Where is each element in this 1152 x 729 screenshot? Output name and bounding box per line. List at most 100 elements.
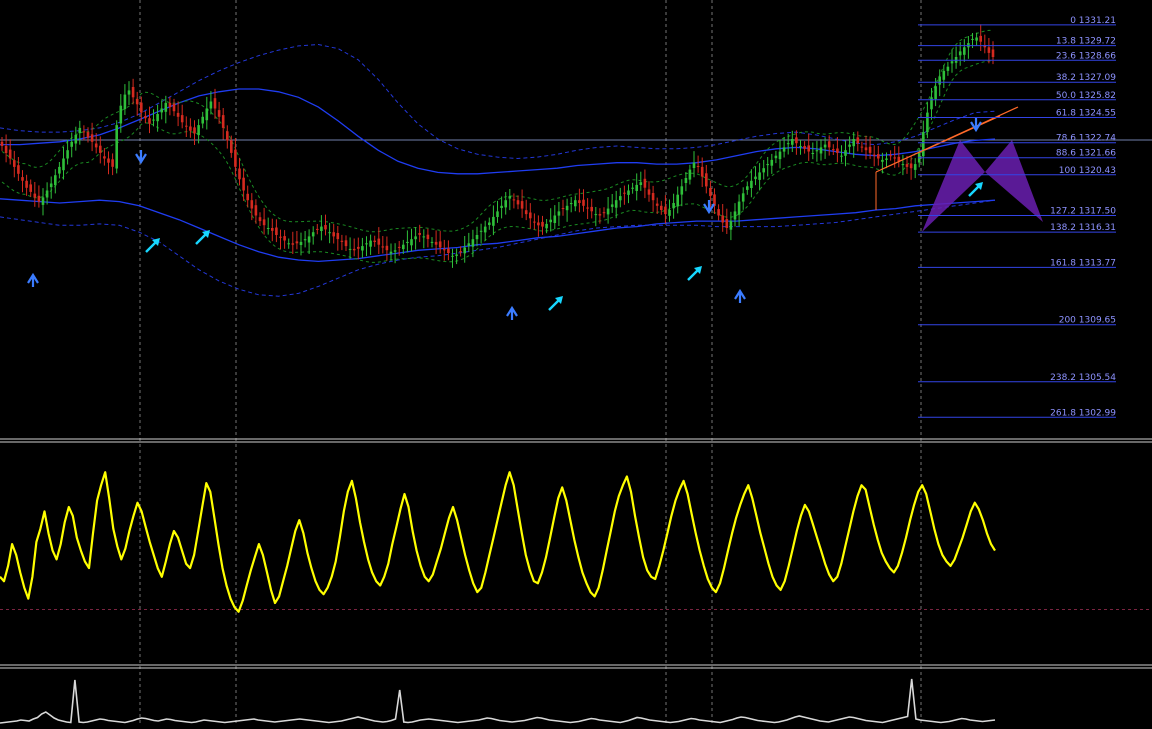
candle-body	[348, 248, 352, 250]
candle-body	[881, 159, 884, 162]
candle-body	[45, 190, 49, 198]
candle-body	[545, 223, 548, 229]
candle-body	[242, 177, 245, 191]
candle-body	[975, 37, 978, 41]
candle-body	[78, 127, 82, 134]
candle-body	[635, 184, 638, 191]
candle-body	[938, 76, 941, 85]
candle-body	[287, 243, 290, 245]
candle-body	[561, 208, 565, 209]
candle-body	[94, 143, 98, 148]
fib-level-label: 161.8 1313.77	[1050, 258, 1116, 268]
candle-body	[144, 116, 147, 119]
candle-body	[447, 248, 450, 253]
candle-body	[786, 143, 790, 145]
candle-body	[750, 180, 753, 188]
candle-body	[512, 199, 516, 201]
candle-body	[303, 239, 307, 241]
candle-body	[70, 141, 73, 147]
candle-body	[443, 249, 446, 251]
candle-body	[868, 146, 872, 153]
candle-body	[119, 105, 123, 124]
candle-body	[942, 70, 946, 80]
candle-body	[782, 147, 786, 152]
candle-body	[103, 156, 106, 159]
fib-level-label: 261.8 1302.99	[1050, 408, 1116, 418]
candle-body	[115, 125, 118, 169]
candle-body	[365, 243, 368, 245]
candle-body	[709, 188, 712, 197]
candle-body	[557, 211, 561, 216]
candle-body	[569, 203, 573, 205]
candle-body	[877, 154, 880, 159]
candle-body	[680, 186, 684, 195]
candle-body	[451, 255, 454, 257]
candle-body	[893, 157, 896, 159]
candle-body	[774, 155, 778, 159]
candle-body	[185, 125, 188, 127]
candle-body	[193, 127, 196, 134]
candle-body	[590, 206, 593, 212]
candle-body	[37, 195, 41, 202]
candle-body	[131, 87, 135, 98]
candle-body	[848, 144, 851, 147]
candle-body	[176, 112, 180, 117]
candle-body	[578, 200, 581, 203]
candle-body	[410, 239, 413, 246]
candle-body	[279, 236, 282, 238]
candle-body	[958, 51, 962, 56]
candle-body	[33, 193, 37, 198]
candle-body	[729, 221, 733, 230]
candle-body	[500, 205, 503, 208]
candle-body	[107, 158, 110, 163]
candle-body	[238, 168, 241, 180]
candle-body	[823, 144, 827, 148]
fibonacci-levels: 0 1331.21 13.8 1329.72 23.6 1328.66 38.2 13…	[918, 16, 1116, 418]
candle-body	[459, 251, 462, 253]
oscillator-line	[0, 471, 996, 613]
candle-body	[827, 141, 831, 148]
candle-body	[135, 99, 139, 105]
candle-body	[504, 200, 507, 208]
pattern-bcd-triangle	[985, 140, 1043, 222]
candle-body	[86, 132, 90, 138]
candle-body	[381, 246, 385, 248]
candle-body	[414, 236, 417, 240]
candle-body	[4, 146, 8, 153]
candle-body	[807, 145, 810, 152]
fractal-up-marker	[506, 305, 518, 320]
fib-level-label: 0 1331.21	[1070, 16, 1116, 26]
candle-body	[524, 210, 528, 215]
candle-body	[389, 251, 393, 254]
candle-body	[152, 119, 155, 121]
fractal-up-marker	[734, 288, 746, 303]
candle-body	[373, 240, 376, 242]
candle-body	[291, 243, 295, 245]
candle-body	[271, 228, 274, 231]
candle-body	[537, 222, 540, 226]
candle-body	[402, 244, 405, 250]
candle-body	[766, 164, 769, 166]
harmonic-pattern	[875, 106, 1043, 232]
fib-level-label: 38.2 1327.09	[1056, 73, 1116, 83]
fib-level-label: 78.6 1322.74	[1056, 134, 1116, 144]
candle-body	[307, 236, 311, 243]
candle-body	[160, 108, 163, 113]
candle-body	[553, 215, 557, 223]
candle-body	[647, 189, 651, 195]
candle-body	[795, 137, 798, 144]
panel-separators	[0, 438, 1152, 669]
candle-body	[258, 217, 262, 222]
candle-body	[901, 164, 905, 166]
candle-body	[574, 200, 577, 207]
fib-level-label: 138.2 1316.31	[1050, 223, 1116, 233]
candle-body	[610, 204, 614, 207]
candle-body	[565, 205, 569, 211]
candle-body	[885, 158, 888, 160]
candle-body	[230, 140, 233, 153]
candle-body	[266, 228, 270, 229]
candle-body	[627, 190, 630, 195]
candle-body	[262, 219, 266, 226]
candle-body	[803, 146, 806, 149]
candle-body	[905, 164, 909, 167]
